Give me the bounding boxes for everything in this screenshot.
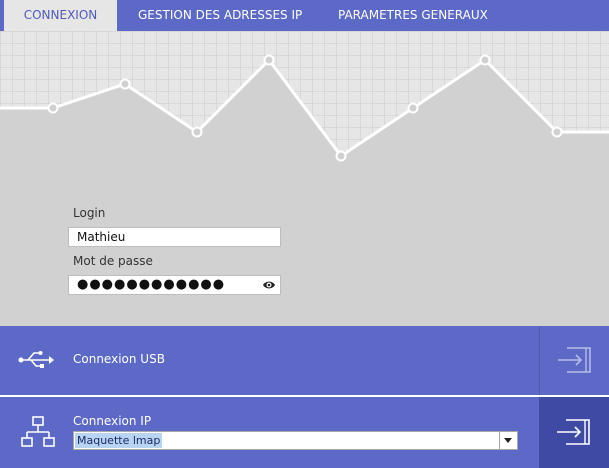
show-password-icon[interactable] [262,279,276,291]
chevron-down-icon [504,438,512,443]
network-icon [21,416,55,447]
graph-point [407,102,419,114]
connect-icon [557,419,590,445]
usb-connection-label: Connexion USB [73,352,165,366]
tab-bar: CONNEXION GESTION DES ADRESSES IP PARAME… [0,0,609,31]
ip-connection-panel: Connexion IP Maquette lmap [0,397,609,468]
graph-point [191,126,203,138]
ip-connection-label: Connexion IP [73,414,152,428]
ip-connect-button[interactable] [539,397,609,468]
graph-point [47,102,59,114]
decorative-line-graph [0,31,609,171]
connect-icon [558,347,591,373]
dropdown-button[interactable] [499,432,517,449]
usb-icon [18,351,54,368]
tab-parametres-generaux[interactable]: PARAMETRES GENERAUX [338,0,488,31]
password-field[interactable]: ●●●●●●●●●●●● [68,275,281,295]
tab-connexion[interactable]: CONNEXION [4,0,117,31]
password-value: ●●●●●●●●●●●● [77,277,226,292]
graph-point [479,54,491,66]
graph-point [551,126,563,138]
ip-target-select[interactable]: Maquette lmap [73,431,518,450]
password-label: Mot de passe [73,254,153,268]
ip-selected-value: Maquette lmap [75,433,163,448]
tab-gestion-adresses-ip[interactable]: GESTION DES ADRESSES IP [138,0,302,31]
graph-point [335,150,347,162]
usb-connection-panel: Connexion USB [0,326,609,395]
connection-window: CONNEXION GESTION DES ADRESSES IP PARAME… [0,0,609,468]
usb-connect-button[interactable] [540,326,609,395]
graph-point [263,54,275,66]
graph-point [119,78,131,90]
login-label: Login [73,206,106,220]
login-field[interactable]: Mathieu [68,227,281,247]
